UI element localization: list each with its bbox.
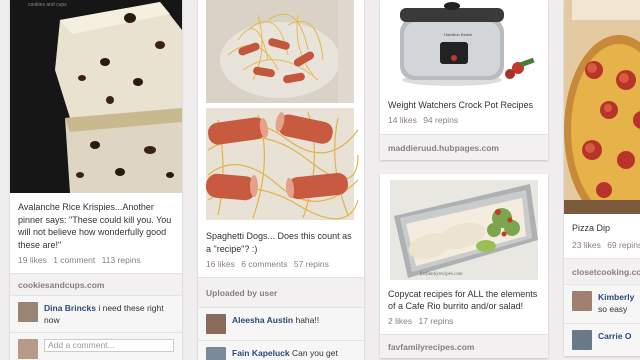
pin-description: Copycat recipes for ALL the elements of … — [388, 288, 538, 312]
repins-count[interactable]: 113 repins — [102, 255, 141, 265]
comment-username[interactable]: Fain Kapeluck — [232, 348, 290, 358]
repins-count[interactable]: 69 repins — [607, 240, 640, 250]
comment-text: so easy — [598, 303, 628, 314]
pin-source-link[interactable]: cookiesandcups.com — [10, 273, 182, 295]
pin-column-4: Pizza Dip 23 likes 69 repins closetcooki… — [564, 0, 640, 356]
likes-count[interactable]: 19 likes — [18, 255, 47, 265]
pin-source-link[interactable]: Uploaded by user — [198, 277, 364, 307]
pin-image-cafe-rio[interactable]: favfamilyrecipes.com — [380, 174, 548, 280]
crockpot-brand-label: Hamilton Beach — [444, 32, 472, 37]
pin-card-cafe-rio[interactable]: favfamilyrecipes.com Copycat recipes for… — [380, 173, 548, 358]
pin-comment: Fain Kapeluck Can you get — [198, 340, 364, 360]
pin-image-pizza-dip[interactable] — [564, 0, 640, 214]
pin-stats: 19 likes 1 comment 113 repins — [18, 255, 174, 273]
avatar[interactable] — [206, 347, 226, 360]
pin-image-crock-pot[interactable]: Hamilton Beach — [380, 0, 548, 90]
pin-comment: Kimberly so easy — [564, 283, 640, 323]
comment-username[interactable]: Kimberly — [598, 292, 634, 302]
pin-description: Weight Watchers Crock Pot Recipes — [388, 100, 534, 110]
pin-stats: 2 likes 17 repins — [388, 316, 540, 334]
pin-source-link[interactable]: maddieruud.hubpages.com — [380, 133, 548, 160]
pin-image-spaghetti-dogs[interactable] — [198, 0, 364, 226]
pin-comment: Aleesha Austin haha!! — [198, 307, 364, 340]
pin-image-rice-krispies[interactable]: cookies and cups — [10, 0, 182, 193]
pin-stats: 23 likes 69 repins — [572, 240, 640, 258]
pin-description: Spaghetti Dogs... Does this count as a "… — [206, 231, 352, 254]
pin-description: Pizza Dip — [572, 223, 611, 233]
avatar[interactable] — [206, 314, 226, 334]
pin-stats: 16 likes 6 comments 57 repins — [206, 259, 356, 277]
comment-text: Can you get — [292, 348, 338, 358]
pin-card-crock-pot[interactable]: Hamilton Beach Weight Watchers Crock Pot… — [380, 0, 548, 160]
pin-description: Avalanche Rice Krispies...Another pinner… — [18, 202, 172, 250]
likes-count[interactable]: 16 likes — [206, 259, 235, 269]
likes-count[interactable]: 14 likes — [388, 115, 417, 125]
pin-source-link[interactable]: closetcooking.com — [564, 257, 640, 284]
repins-count[interactable]: 94 repins — [423, 115, 458, 125]
likes-count[interactable]: 23 likes — [572, 240, 601, 250]
pin-comment: Carrie O — [564, 322, 640, 356]
pin-column-2: Spaghetti Dogs... Does this count as a "… — [198, 0, 364, 360]
avatar[interactable] — [572, 329, 592, 350]
pin-column-1: cookies and cups Avalanche Rice Krispies… — [10, 0, 182, 360]
repins-count[interactable]: 17 repins — [418, 316, 453, 326]
comments-count[interactable]: 1 comment — [53, 255, 95, 265]
comment-username[interactable]: Aleesha Austin — [232, 315, 293, 325]
pin-card-pizza-dip[interactable]: Pizza Dip 23 likes 69 repins closetcooki… — [564, 0, 640, 356]
pin-column-3: Hamilton Beach Weight Watchers Crock Pot… — [380, 0, 548, 358]
pin-comment: Dina Brincks i need these right now — [10, 295, 182, 332]
pin-source-link[interactable]: favfamilyrecipes.com — [380, 333, 548, 358]
likes-count[interactable]: 2 likes — [388, 316, 412, 326]
comment-username[interactable]: Carrie O — [598, 331, 632, 341]
pin-stats: 14 likes 94 repins — [388, 115, 540, 134]
image-watermark: favfamilyrecipes.com — [420, 272, 463, 277]
pin-card-rice-krispies[interactable]: cookies and cups Avalanche Rice Krispies… — [10, 0, 182, 360]
avatar — [18, 339, 38, 359]
add-comment-input[interactable]: Add a comment... — [44, 339, 174, 352]
add-comment-row: Add a comment... — [10, 332, 182, 360]
pin-card-spaghetti-dogs[interactable]: Spaghetti Dogs... Does this count as a "… — [198, 0, 364, 360]
repins-count[interactable]: 57 repins — [294, 259, 329, 269]
image-watermark: cookies and cups — [28, 2, 67, 8]
comments-count[interactable]: 6 comments — [241, 259, 287, 269]
avatar[interactable] — [572, 290, 592, 311]
comment-username[interactable]: Dina Brincks — [44, 303, 96, 313]
comment-text: haha!! — [295, 315, 320, 325]
avatar[interactable] — [18, 302, 38, 322]
